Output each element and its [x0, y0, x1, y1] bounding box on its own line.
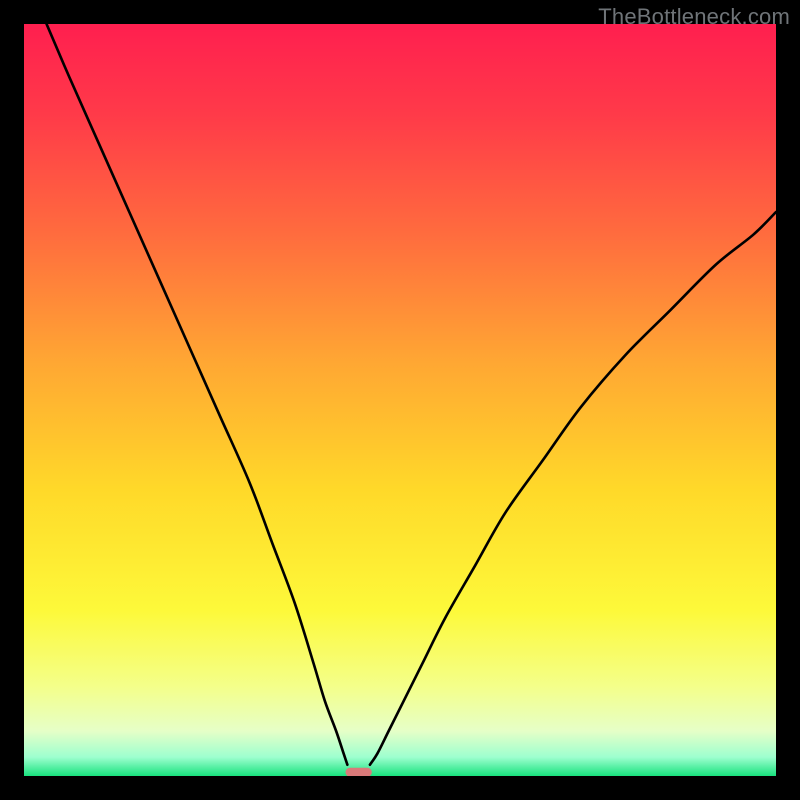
plot-frame: [24, 24, 776, 776]
bottleneck-curve-chart: [24, 24, 776, 776]
minimum-marker: [345, 768, 371, 776]
gradient-background: [24, 24, 776, 776]
watermark-text: TheBottleneck.com: [598, 4, 790, 30]
